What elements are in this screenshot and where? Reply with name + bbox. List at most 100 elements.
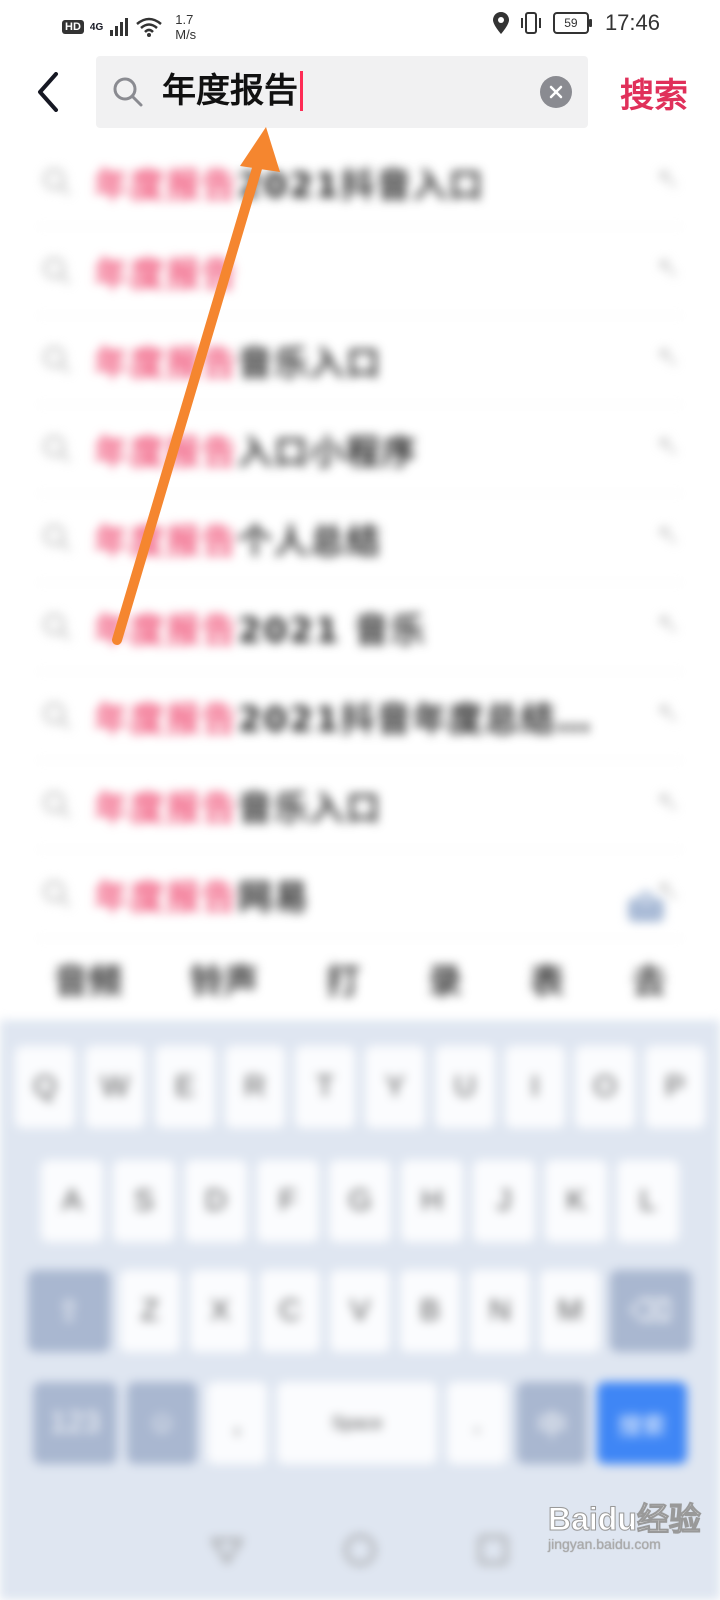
backspace-key[interactable]: ⌫ xyxy=(610,1270,692,1352)
suggestion-rest: 2021抖音年度总结… xyxy=(238,699,593,740)
arrow-up-left-icon[interactable]: ↖ xyxy=(657,429,680,462)
arrow-up-left-icon[interactable]: ↖ xyxy=(657,162,680,195)
search-icon xyxy=(43,257,71,285)
suggestion-item[interactable]: 年度报告2021抖音年度总结… ↖ xyxy=(36,672,684,761)
arrow-up-left-icon[interactable]: ↖ xyxy=(657,785,680,818)
search-icon xyxy=(43,880,71,908)
comma-key[interactable]: , xyxy=(207,1382,267,1464)
search-query[interactable]: 年度报告 xyxy=(162,68,303,114)
arrow-up-left-icon[interactable]: ↖ xyxy=(657,607,680,640)
suggestion-text: 年度报告个人总结 xyxy=(94,514,382,563)
arrow-up-left-icon[interactable]: ↖ xyxy=(657,696,680,729)
key-t[interactable]: T xyxy=(295,1046,355,1128)
emoji-key[interactable]: ☺ xyxy=(127,1382,197,1464)
suggestion-item[interactable]: 年度报告音乐入口 ↖ xyxy=(36,316,684,405)
suggestion-highlight: 年度报告 xyxy=(94,788,238,829)
key-u[interactable]: U xyxy=(435,1046,495,1128)
key-l[interactable]: L xyxy=(617,1160,679,1242)
shift-key[interactable]: ⇧ xyxy=(28,1270,110,1352)
symbols-key[interactable]: 123 xyxy=(33,1382,117,1464)
search-input[interactable]: 年度报告 xyxy=(96,56,588,128)
search-icon xyxy=(43,168,71,196)
suggestion-text: 年度报告 xyxy=(94,247,238,296)
key-y[interactable]: Y xyxy=(365,1046,425,1128)
key-v[interactable]: V xyxy=(330,1270,390,1352)
suggestion-item[interactable]: 年度报告2021 音乐 ↖ xyxy=(36,583,684,672)
suggestion-item[interactable]: 年度报告网易 ↖ xyxy=(36,850,684,939)
language-key[interactable]: 中 xyxy=(517,1382,587,1464)
nav-home-icon[interactable] xyxy=(342,1532,378,1568)
key-e[interactable]: E xyxy=(155,1046,215,1128)
arrow-up-left-icon[interactable]: ↖ xyxy=(657,251,680,284)
period-key[interactable]: . xyxy=(447,1382,507,1464)
suggestion-highlight: 年度报告 xyxy=(94,699,238,740)
suggestion-item[interactable]: 年度报告 ↖ xyxy=(36,227,684,316)
watermark-logo: Baidu经验 jingyan.baidu.com xyxy=(548,1501,702,1553)
key-i[interactable]: I xyxy=(505,1046,565,1128)
key-h[interactable]: H xyxy=(401,1160,463,1242)
key-w[interactable]: W xyxy=(85,1046,145,1128)
suggestion-item[interactable]: 年度报告个人总结 ↖ xyxy=(36,494,684,583)
suggestion-text: 年度报告2021 音乐 xyxy=(94,603,426,652)
key-c[interactable]: C xyxy=(260,1270,320,1352)
key-m[interactable]: M xyxy=(540,1270,600,1352)
signal-icon xyxy=(110,18,129,36)
key-r[interactable]: R xyxy=(225,1046,285,1128)
hot-word[interactable]: 表 xyxy=(530,954,564,1003)
suggestion-text: 年度报告2021抖音入口 xyxy=(94,158,485,207)
suggestion-item[interactable]: 年度报告2021抖音入口 ↖ xyxy=(36,138,684,227)
suggestion-highlight: 年度报告 xyxy=(94,165,238,206)
key-n[interactable]: N xyxy=(470,1270,530,1352)
arrow-up-left-icon[interactable]: ↖ xyxy=(657,518,680,551)
search-icon xyxy=(43,613,71,641)
key-g[interactable]: G xyxy=(329,1160,391,1242)
text-cursor xyxy=(300,71,303,111)
key-q[interactable]: Q xyxy=(15,1046,75,1128)
search-icon xyxy=(43,346,71,374)
hot-word[interactable]: 去 xyxy=(632,954,666,1003)
suggestion-item[interactable]: 年度报告入口小程序 ↖ xyxy=(36,405,684,494)
nav-back-icon[interactable] xyxy=(209,1532,245,1568)
scroll-top-icon[interactable] xyxy=(626,888,666,924)
network-speed: 1.7 M/s xyxy=(175,12,197,42)
hot-word[interactable]: 录 xyxy=(428,954,462,1003)
suggestion-rest: 音乐入口 xyxy=(238,788,382,829)
suggestion-rest: 网易 xyxy=(238,877,310,918)
suggestion-highlight: 年度报告 xyxy=(94,877,238,918)
key-b[interactable]: B xyxy=(400,1270,460,1352)
key-p[interactable]: P xyxy=(645,1046,705,1128)
location-icon xyxy=(492,12,509,34)
vibrate-icon xyxy=(520,12,541,34)
hot-word[interactable]: 音频 xyxy=(54,954,122,1003)
hd-badge: HD xyxy=(62,20,84,34)
key-o[interactable]: O xyxy=(575,1046,635,1128)
network-type: 4G xyxy=(89,21,104,33)
hot-word[interactable]: 打 xyxy=(326,954,360,1003)
key-k[interactable]: K xyxy=(545,1160,607,1242)
clear-button[interactable] xyxy=(540,76,572,108)
key-s[interactable]: S xyxy=(113,1160,175,1242)
suggestion-item[interactable]: 年度报告音乐入口 ↖ xyxy=(36,761,684,850)
search-icon xyxy=(113,77,143,107)
key-d[interactable]: D xyxy=(185,1160,247,1242)
key-a[interactable]: A xyxy=(41,1160,103,1242)
keyboard-search-key[interactable]: 搜索 xyxy=(597,1382,687,1464)
back-button[interactable] xyxy=(28,68,68,116)
search-query-text: 年度报告 xyxy=(162,71,298,111)
key-x[interactable]: X xyxy=(190,1270,250,1352)
battery-indicator: 59 xyxy=(552,12,592,34)
close-icon xyxy=(549,85,563,99)
suggestion-highlight: 年度报告 xyxy=(94,610,238,651)
search-button[interactable]: 搜索 xyxy=(620,68,688,117)
key-z[interactable]: Z xyxy=(120,1270,180,1352)
search-icon xyxy=(43,435,71,463)
hot-word[interactable]: 铃声 xyxy=(190,954,258,1003)
space-key[interactable]: Space xyxy=(277,1382,437,1464)
nav-recent-icon[interactable] xyxy=(475,1532,511,1568)
suggestion-rest: 个人总结 xyxy=(238,521,382,562)
chevron-left-icon xyxy=(38,72,58,112)
suggestion-highlight: 年度报告 xyxy=(94,432,238,473)
arrow-up-left-icon[interactable]: ↖ xyxy=(657,340,680,373)
key-f[interactable]: F xyxy=(257,1160,319,1242)
key-j[interactable]: J xyxy=(473,1160,535,1242)
